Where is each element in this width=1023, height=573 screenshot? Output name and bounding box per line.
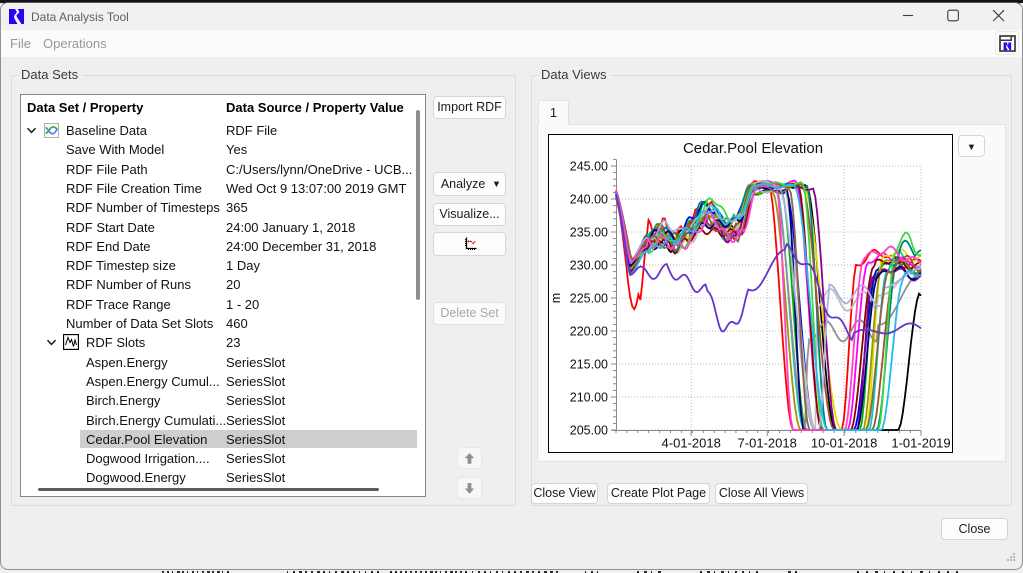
svg-text:215.00: 215.00 [570,358,608,372]
svg-text:235.00: 235.00 [570,226,608,240]
svg-text:245.00: 245.00 [570,160,608,174]
svg-text:240.00: 240.00 [570,193,608,207]
svg-text:Cedar.Pool Elevation: Cedar.Pool Elevation [683,140,823,157]
svg-text:4-01-2018: 4-01-2018 [662,436,721,451]
svg-text:225.00: 225.00 [570,292,608,306]
svg-text:7-01-2018: 7-01-2018 [738,436,797,451]
svg-text:m: m [549,293,563,303]
svg-text:230.00: 230.00 [570,259,608,273]
svg-text:205.00: 205.00 [570,424,608,438]
svg-text:1-01-2019: 1-01-2019 [891,436,950,451]
svg-text:220.00: 220.00 [570,325,608,339]
svg-text:210.00: 210.00 [570,391,608,405]
svg-text:10-01-2018: 10-01-2018 [811,436,878,451]
